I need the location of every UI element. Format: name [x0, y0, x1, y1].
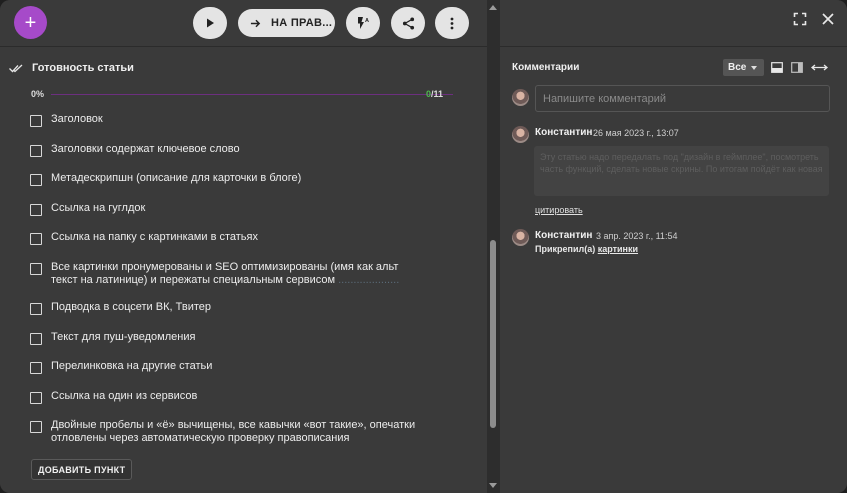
checkbox[interactable] — [30, 421, 42, 433]
svg-text:A: A — [365, 18, 369, 24]
header-separator — [500, 46, 847, 47]
status-button-label: НА ПРАВ... — [271, 17, 333, 29]
checklist-item[interactable]: Заголовок — [30, 113, 426, 127]
checklist-item-label: Метадескрипшн (описание для карточки в б… — [51, 172, 302, 184]
comment-text: Эту статью надо передалать под "дизайн в… — [534, 146, 829, 196]
checklist-item-link[interactable]: .................... — [338, 274, 399, 286]
layout-side-icon[interactable] — [791, 62, 803, 73]
add-item-button[interactable]: ДОБАВИТЬ ПУНКТ — [31, 459, 133, 480]
progress-percent: 0% — [31, 89, 45, 99]
comment-date: 26 мая 2023 г., 13:07 — [593, 128, 679, 138]
play-icon — [207, 18, 214, 28]
attachment-link[interactable]: картинки — [598, 244, 638, 254]
checklist-item-label: Ссылка на папку с картинками в статьях — [51, 231, 258, 243]
checklist-item-label: Заголовки содержат ключевое слово — [51, 143, 240, 155]
checklist-item-label: Перелинковка на другие статьи — [51, 360, 213, 372]
add-item-label: ДОБАВИТЬ ПУНКТ — [38, 464, 126, 475]
checklist-item[interactable]: Заголовки содержат ключевое слово — [30, 143, 426, 157]
scroll-up-arrow-icon[interactable] — [489, 5, 497, 10]
document-panel: + НА ПРАВ... A Готовность статьи 0% 0/11… — [0, 0, 847, 493]
checklist-item[interactable]: Все картинки пронумерованы и SEO оптимиз… — [30, 261, 426, 287]
scroll-down-arrow-icon[interactable] — [489, 483, 497, 488]
checkbox[interactable] — [30, 333, 42, 345]
comment-date: 3 апр. 2023 г., 11:54 — [596, 231, 678, 241]
avatar — [512, 229, 529, 246]
checklist-item-label: Заголовок — [51, 113, 103, 125]
expand-horizontal-icon[interactable] — [811, 62, 828, 73]
comment-input[interactable]: Напишите комментарий — [535, 85, 830, 112]
attachment-prefix: Прикрепил(а) — [535, 244, 596, 254]
comments-title: Комментарии — [512, 62, 580, 73]
checkbox[interactable] — [30, 303, 42, 315]
checklist-item-label: Ссылка на гуглдок — [51, 202, 146, 214]
checklist-item[interactable]: Подводка в соцсети ВК, Твитер — [30, 301, 426, 315]
checklist-pane: + НА ПРАВ... A Готовность статьи 0% 0/11… — [0, 0, 487, 493]
share-button[interactable] — [391, 7, 425, 39]
play-button[interactable] — [193, 7, 227, 39]
avatar — [512, 126, 529, 143]
done-all-icon — [9, 64, 23, 72]
fullscreen-icon[interactable] — [793, 12, 807, 26]
comment-author[interactable]: Константин — [535, 127, 592, 138]
checklist-item-label: Все картинки пронумерованы и SEO оптимиз… — [51, 261, 426, 287]
checkbox[interactable] — [30, 263, 42, 275]
scrollbar-thumb[interactable] — [490, 240, 496, 428]
arrow-right-icon — [250, 19, 261, 27]
checkbox[interactable] — [30, 204, 42, 216]
checklist-item[interactable]: Текст для пуш-уведомления — [30, 331, 426, 345]
checkbox[interactable] — [30, 145, 42, 157]
checklist-title: Готовность статьи — [32, 62, 134, 74]
checkbox[interactable] — [30, 392, 42, 404]
checklist-header[interactable]: Готовность статьи — [9, 62, 134, 74]
checklist-progress: 0% 0/11 — [31, 89, 453, 101]
comment-input-placeholder: Напишите комментарий — [543, 92, 667, 105]
checkbox[interactable] — [30, 362, 42, 374]
more-button[interactable] — [435, 7, 469, 39]
checkbox[interactable] — [30, 174, 42, 186]
checklist-item[interactable]: Перелинковка на другие статьи — [30, 360, 426, 374]
checklist-item-label: Ссылка на один из сервисов — [51, 390, 198, 402]
checklist-item[interactable]: Ссылка на папку с картинками в статьях — [30, 231, 426, 245]
checklist-item-label: Текст для пуш-уведомления — [51, 331, 196, 343]
status-button[interactable]: НА ПРАВ... — [238, 9, 335, 37]
chevron-down-icon — [751, 65, 758, 70]
add-button[interactable]: + — [14, 6, 47, 39]
flash-auto-button[interactable]: A — [346, 7, 380, 39]
share-icon — [402, 16, 414, 30]
checklist-item[interactable]: Двойные пробелы и «ё» вычищены, все кавы… — [30, 419, 426, 445]
progress-total: /11 — [431, 89, 444, 99]
checklist-item-label: Двойные пробелы и «ё» вычищены, все кавы… — [51, 419, 416, 444]
flash-auto-icon: A — [358, 17, 369, 29]
checklist-item[interactable]: Метадескрипшн (описание для карточки в б… — [30, 172, 426, 186]
more-vertical-icon — [450, 17, 454, 29]
layout-bottom-icon[interactable] — [771, 62, 783, 73]
toolbar-separator — [0, 46, 487, 47]
comments-filter-value: Все — [728, 62, 747, 73]
checkbox[interactable] — [30, 233, 42, 245]
comments-filter-select[interactable]: Все — [723, 59, 764, 76]
progress-count: 0/11 — [426, 89, 443, 99]
comment-attachment: Прикрепил(а) картинки — [535, 244, 638, 254]
add-button-label: + — [24, 11, 37, 34]
avatar — [512, 89, 529, 106]
progress-bar — [51, 94, 453, 95]
checkbox[interactable] — [30, 115, 42, 127]
close-icon[interactable] — [821, 12, 835, 26]
cite-link[interactable]: цитировать — [535, 205, 583, 215]
checklist-item-label: Подводка в соцсети ВК, Твитер — [51, 301, 211, 313]
comments-pane: Комментарии Все Напишите комментарий Кон… — [500, 0, 847, 493]
comment-author[interactable]: Константин — [535, 230, 592, 241]
checklist-item[interactable]: Ссылка на один из сервисов — [30, 390, 426, 404]
checklist-item[interactable]: Ссылка на гуглдок — [30, 202, 426, 216]
